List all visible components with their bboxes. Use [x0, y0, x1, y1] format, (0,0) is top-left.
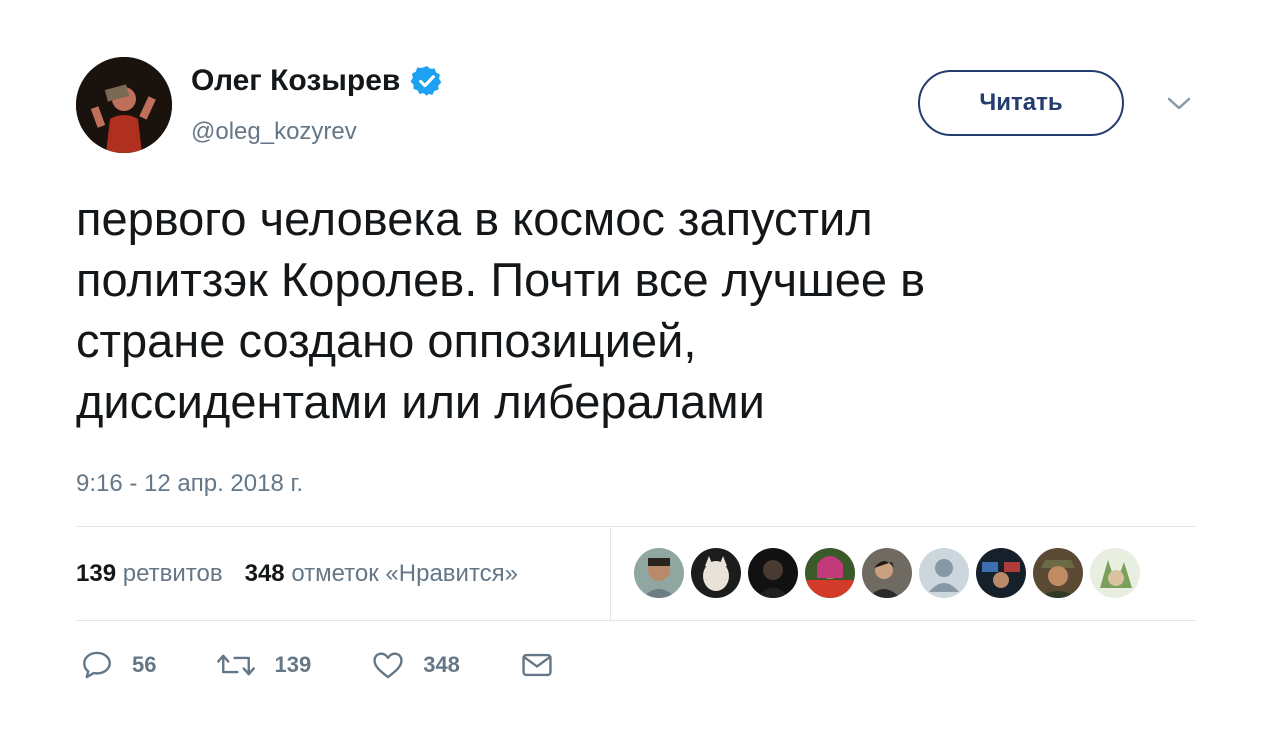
retweets-label: ретвитов	[122, 560, 223, 587]
author-name[interactable]: Олег Козырев	[191, 64, 400, 98]
message-action[interactable]	[520, 648, 554, 682]
divider-top	[76, 526, 1196, 527]
like-count: 348	[423, 652, 460, 677]
retweet-icon[interactable]	[216, 648, 256, 682]
author-name-row[interactable]: Олег Козырев	[191, 64, 444, 98]
likes-count: 348	[244, 560, 285, 587]
liker-avatar[interactable]	[748, 548, 798, 598]
chevron-down-icon[interactable]	[1164, 94, 1194, 114]
like-action[interactable]: 348	[371, 648, 460, 682]
engagement-stats: 139 ретвитов 348 отметок «Нравится»	[76, 560, 518, 588]
tweet-card: Олег Козырев @oleg_kozyrev Читать первог…	[0, 0, 1272, 738]
retweet-count: 139	[274, 652, 312, 677]
divider-bottom	[76, 620, 1196, 621]
liker-avatar[interactable]	[1033, 548, 1083, 598]
reply-icon[interactable]	[80, 648, 114, 682]
heart-icon[interactable]	[371, 648, 405, 682]
reply-action[interactable]: 56	[80, 648, 156, 682]
liker-avatar[interactable]	[634, 548, 684, 598]
liker-avatar[interactable]	[919, 548, 969, 598]
liker-avatar[interactable]	[862, 548, 912, 598]
follow-button[interactable]: Читать	[918, 70, 1124, 136]
likes-stat[interactable]: 348 отметок «Нравится»	[245, 560, 518, 588]
verified-badge-icon	[410, 64, 444, 98]
likes-label: отметок «Нравится»	[291, 560, 519, 587]
liker-avatar[interactable]	[805, 548, 855, 598]
author-handle[interactable]: @oleg_kozyrev	[191, 118, 357, 146]
likers-avatars	[634, 548, 1140, 598]
retweet-action[interactable]: 139	[216, 648, 311, 682]
tweet-text: первого человека в космос запустил полит…	[76, 192, 926, 428]
reply-count: 56	[132, 652, 157, 677]
liker-avatar[interactable]	[1090, 548, 1140, 598]
retweets-stat[interactable]: 139 ретвитов	[76, 560, 223, 588]
envelope-icon[interactable]	[520, 648, 554, 682]
liker-avatar[interactable]	[976, 548, 1026, 598]
action-bar: 56 139 348	[80, 648, 614, 682]
author-avatar[interactable]	[76, 57, 172, 153]
tweet-timestamp[interactable]: 9:16 - 12 апр. 2018 г.	[76, 470, 303, 498]
stats-separator	[610, 528, 611, 620]
retweets-count: 139	[76, 560, 117, 587]
liker-avatar[interactable]	[691, 548, 741, 598]
